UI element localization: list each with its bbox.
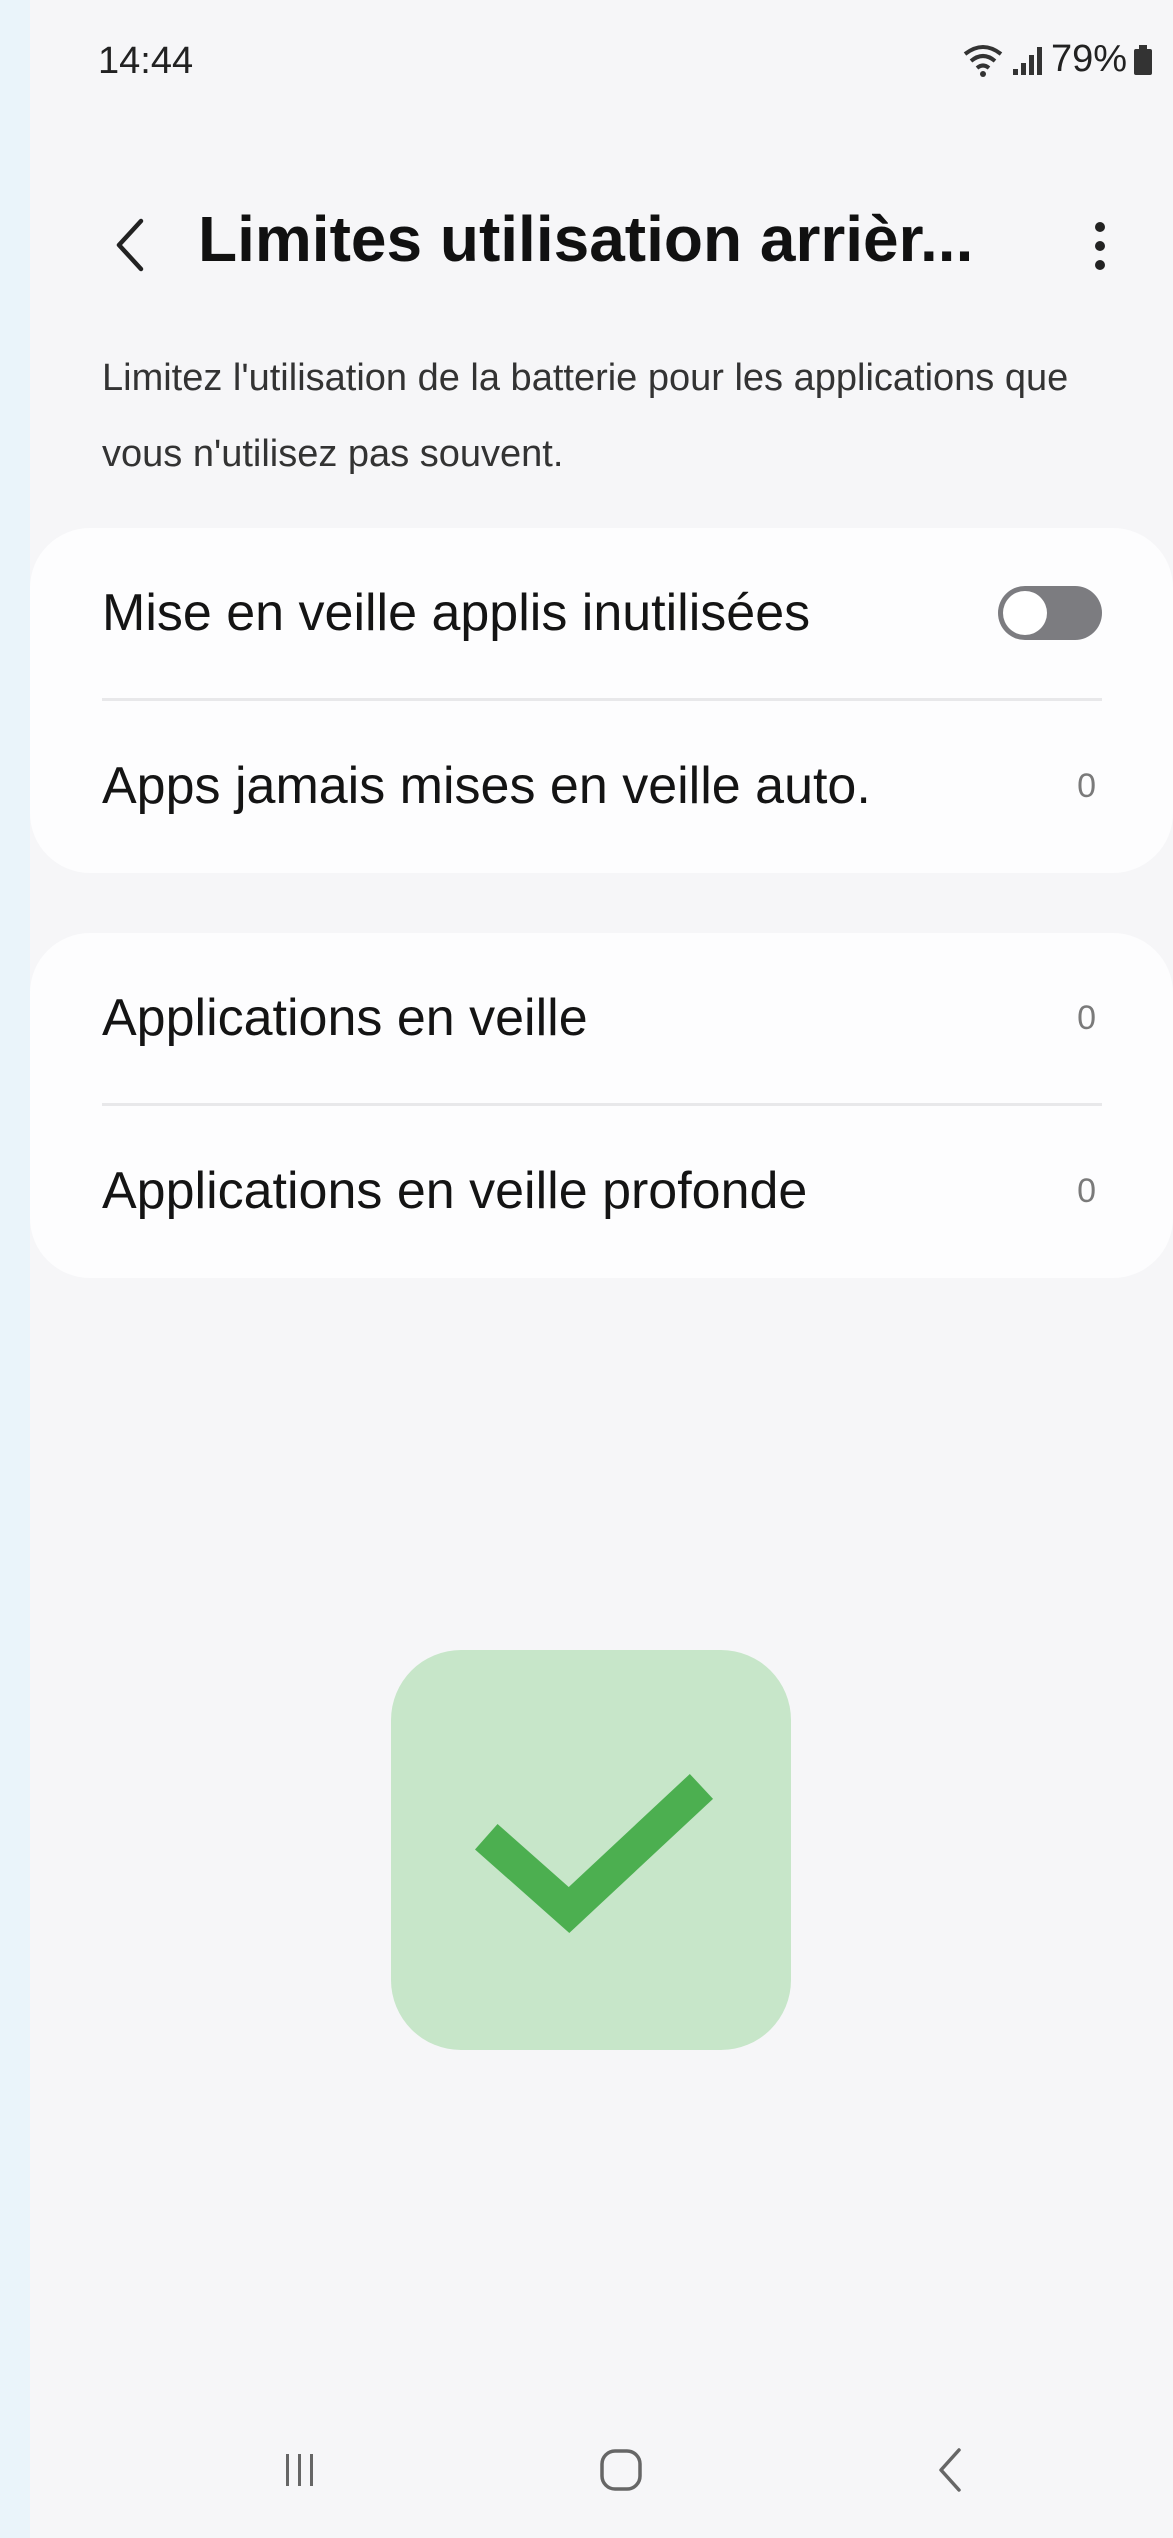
- home-button[interactable]: [571, 2430, 671, 2510]
- battery-percent: 79%: [1050, 38, 1127, 80]
- signal-icon: [1011, 43, 1045, 77]
- back-icon: [939, 2448, 961, 2492]
- back-nav-button[interactable]: [900, 2430, 1000, 2510]
- description-text: Limitez l'utilisation de la batterie pou…: [102, 357, 1069, 475]
- app-count: 0: [1077, 1171, 1096, 1210]
- wifi-icon: [961, 42, 1005, 78]
- settings-card-sleep: Mise en veille applis inutilisées Apps j…: [30, 528, 1173, 873]
- setting-label: Mise en veille applis inutilisées: [102, 584, 811, 642]
- system-nav-bar: [30, 2420, 1173, 2538]
- setting-row-never-sleeping-apps[interactable]: Apps jamais mises en veille auto. 0: [102, 701, 1102, 871]
- setting-label: Applications en veille: [102, 989, 588, 1047]
- page-title: Limites utilisation arrièr...: [198, 203, 974, 275]
- sleep-unused-apps-toggle[interactable]: [998, 586, 1102, 640]
- battery-icon: [1133, 44, 1153, 76]
- more-vert-icon: [1095, 222, 1105, 270]
- setting-label: Applications en veille profonde: [102, 1162, 808, 1220]
- recents-button[interactable]: [250, 2430, 350, 2510]
- status-icons: 79%: [961, 38, 1153, 81]
- setting-row-sleeping-apps[interactable]: Applications en veille 0: [102, 933, 1102, 1103]
- setting-row-deep-sleeping-apps[interactable]: Applications en veille profonde 0: [102, 1106, 1102, 1276]
- chevron-left-icon: [116, 218, 144, 272]
- home-icon: [600, 2449, 642, 2491]
- back-button[interactable]: [100, 210, 160, 280]
- settings-card-sleeping-apps: Applications en veille 0 Applications en…: [30, 933, 1173, 1278]
- status-time: 14:44: [98, 40, 194, 82]
- setting-label: Apps jamais mises en veille auto.: [102, 757, 871, 815]
- recents-icon: [286, 2454, 313, 2486]
- success-badge: [391, 1650, 791, 2050]
- toggle-knob: [1003, 591, 1047, 635]
- setting-row-sleep-unused-apps[interactable]: Mise en veille applis inutilisées: [102, 528, 1102, 698]
- screen: 14:44 79% Limites utilisation arrièr... …: [30, 0, 1173, 2538]
- app-bar: Limites utilisation arrièr...: [30, 180, 1173, 310]
- status-bar: 14:44 79%: [30, 0, 1173, 130]
- more-options-button[interactable]: [1080, 208, 1120, 284]
- app-count: 0: [1077, 998, 1096, 1037]
- checkmark-icon: [475, 1773, 714, 1933]
- app-count: 0: [1077, 766, 1096, 805]
